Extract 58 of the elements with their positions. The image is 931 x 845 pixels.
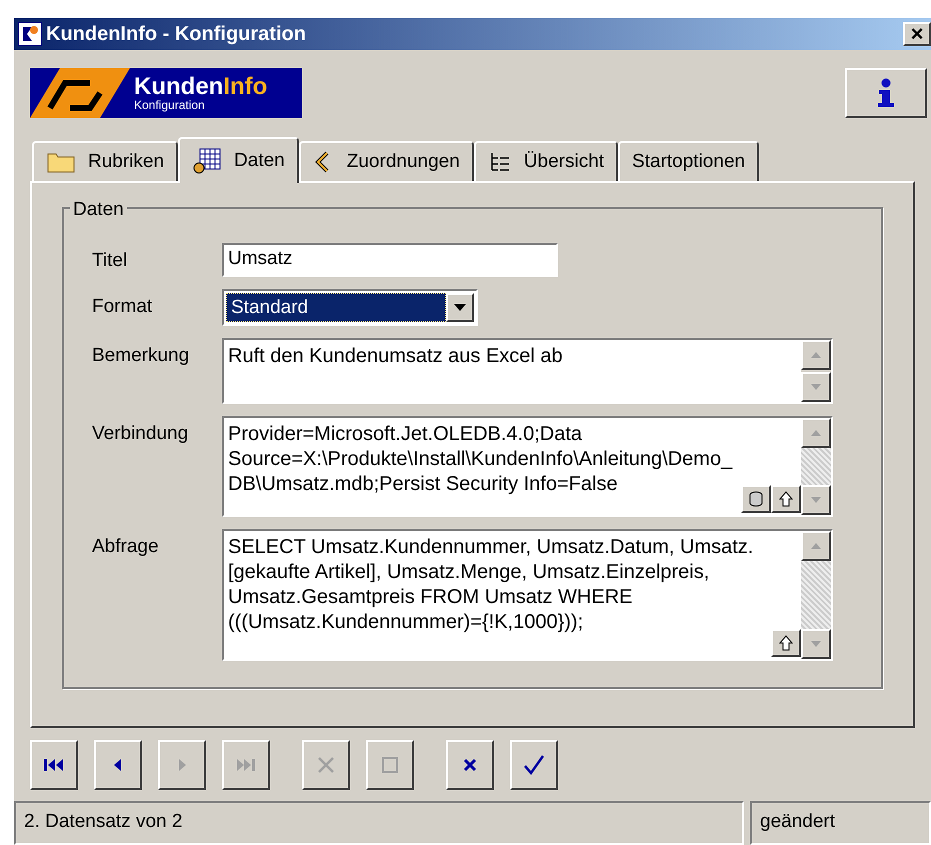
down-arrow-icon (810, 383, 822, 391)
first-record-icon (43, 757, 65, 773)
tab[interactable]: Startoptionen (618, 141, 760, 181)
tab[interactable]: Übersicht (474, 141, 618, 181)
scroll-up-button[interactable] (801, 340, 831, 370)
tab[interactable]: Zuordnungen (298, 141, 474, 181)
table-icon (192, 148, 222, 174)
tab[interactable]: Daten (178, 137, 299, 183)
scroll-down-button[interactable] (801, 372, 831, 402)
up-arrow-icon (779, 491, 793, 507)
field-label: Bemerkung (92, 344, 190, 368)
logo-subtitle: Konfiguration (134, 99, 206, 111)
field-label: Format (92, 295, 154, 319)
scroll-track[interactable] (801, 370, 831, 372)
field-label: Verbindung (92, 422, 190, 446)
format-dropdown[interactable]: Standard (222, 289, 478, 326)
memo-field[interactable]: Ruft den Kundenumsatz aus Excel ab (222, 338, 833, 404)
shift-button[interactable] (771, 485, 801, 513)
logo-mark-icon (30, 68, 130, 118)
field-label: Titel (92, 249, 128, 273)
status-panel: 2. Datensatz von 2 (14, 801, 744, 845)
dropdown-arrow-icon (454, 304, 466, 311)
window-title: KundenInfo - Konfiguration (46, 22, 307, 47)
tab[interactable]: Rubriken (32, 141, 178, 181)
info-icon (876, 78, 896, 108)
navigator-button[interactable] (30, 740, 78, 790)
navigator-button[interactable] (446, 740, 494, 790)
cancel-icon (463, 758, 477, 772)
app-icon (18, 22, 42, 46)
up-arrow-icon (779, 635, 793, 651)
checkmark-icon (523, 754, 545, 776)
database-icon (748, 491, 764, 507)
scroll-down-button[interactable] (801, 629, 831, 659)
scroll-down-button[interactable] (801, 485, 831, 515)
close-button[interactable]: × (903, 22, 931, 46)
up-arrow-icon (810, 429, 822, 437)
memo-field[interactable]: Provider=Microsoft.Jet.OLEDB.4.0;Data Source=X:\Produkte\Install\KundenInfo\Anleitung\Demo_DB\Umsatz.mdb;Persist Security Info=False (222, 416, 833, 517)
up-arrow-icon (810, 542, 822, 550)
database-button[interactable] (741, 485, 771, 513)
field-label: Abfrage (92, 535, 160, 559)
status-panel: geändert (750, 801, 931, 845)
shift-button[interactable] (771, 629, 801, 657)
previous-icon (113, 757, 123, 773)
delete-icon (316, 755, 336, 775)
down-arrow-icon (810, 496, 822, 504)
memo-field[interactable]: SELECT Umsatz.Kundennummer, Umsatz.Datum, Umsatz.[gekaufte Artikel], Umsatz.Menge, Umsatz.Einzelpreis, Umsatz.Gesamtpreis FROM Umsatz WHERE (((Umsatz.Kundennummer)={!K,1000})); (222, 529, 833, 661)
next-icon (177, 757, 187, 773)
info-button[interactable] (845, 68, 927, 118)
logo-name: KundenInfo (134, 75, 268, 99)
title-field[interactable]: Umsatz (222, 243, 558, 277)
square-icon (380, 755, 400, 775)
scroll-up-button[interactable] (801, 531, 831, 561)
navigator-button[interactable] (510, 740, 558, 790)
down-arrow-icon (810, 640, 822, 648)
scroll-up-button[interactable] (801, 418, 831, 448)
last-record-icon (235, 757, 257, 773)
navigator-button[interactable] (94, 740, 142, 790)
up-arrow-icon (810, 351, 822, 359)
